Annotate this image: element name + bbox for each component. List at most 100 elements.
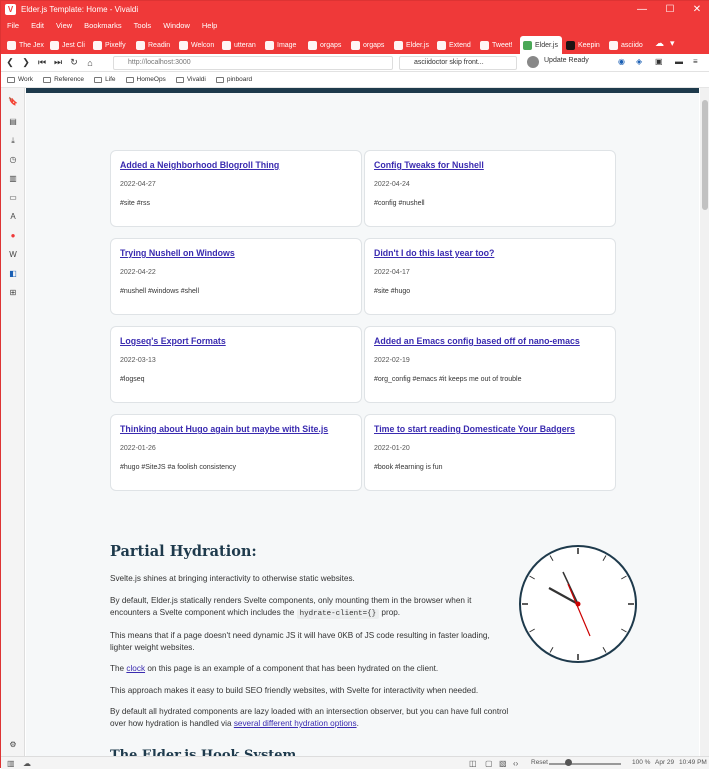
bookmarks-panel-icon[interactable]: 🔖 <box>8 97 18 107</box>
menu-icon[interactable]: ≡ <box>693 57 698 66</box>
forward-icon[interactable]: ❯ <box>19 57 33 68</box>
post-tags[interactable]: #config #nushell <box>374 200 606 207</box>
extension-icon[interactable]: ◈ <box>636 57 642 66</box>
bookmark-folder[interactable]: Reference <box>43 76 84 83</box>
trash-icon[interactable]: ▾ <box>670 38 675 49</box>
avatar[interactable] <box>527 56 539 68</box>
page-content: Added a Neighborhood Blogroll Thing 2022… <box>26 88 699 756</box>
settings-gear-icon[interactable]: ⚙ <box>8 740 18 750</box>
post-title-link[interactable]: Config Tweaks for Nushell <box>374 160 606 170</box>
github-icon <box>308 40 317 50</box>
post-title-link[interactable]: Added an Emacs config based off of nano-… <box>374 336 606 346</box>
back-icon[interactable]: ❮ <box>3 57 17 68</box>
tab[interactable]: orgaps <box>348 36 390 54</box>
post-tags[interactable]: #logseq <box>120 376 352 383</box>
search-field[interactable]: asciidoctor skip front... <box>399 56 517 70</box>
tab[interactable]: asciido <box>606 36 648 54</box>
tab[interactable]: Welcon <box>176 36 218 54</box>
post-tags[interactable]: #book #learning is fun <box>374 464 606 471</box>
clock-link[interactable]: clock <box>126 664 145 673</box>
menu-edit[interactable]: Edit <box>31 21 44 30</box>
tab-label: Keepin <box>578 41 600 49</box>
tab-label: Extend <box>449 41 471 49</box>
menu-window[interactable]: Window <box>163 21 190 30</box>
tab[interactable]: Jest Cli <box>47 36 89 54</box>
cloud-sync-icon[interactable]: ☁ <box>655 38 664 49</box>
folder-icon <box>125 76 134 83</box>
translate-icon[interactable]: A <box>8 212 18 222</box>
tab[interactable]: The Jex <box>4 36 46 54</box>
post-title-link[interactable]: Thinking about Hugo again but maybe with… <box>120 424 352 434</box>
favicon-icon <box>437 40 446 50</box>
tab-label: Jest Cli <box>62 41 85 49</box>
zoom-slider[interactable] <box>549 763 621 765</box>
bookmark-folder[interactable]: Vivaldi <box>175 76 206 83</box>
tile-icon[interactable]: ▢ <box>485 759 493 768</box>
menu-tools[interactable]: Tools <box>134 21 152 30</box>
tab[interactable]: Pixelfy <box>90 36 132 54</box>
zoom-slider-handle[interactable] <box>565 759 572 766</box>
bookmark-folder[interactable]: HomeOps <box>125 76 166 83</box>
close-button[interactable]: ✕ <box>683 1 709 18</box>
menu-bookmarks[interactable]: Bookmarks <box>84 21 122 30</box>
extension-icon[interactable]: ▬ <box>675 57 683 66</box>
post-tags[interactable]: #site #rss <box>120 200 352 207</box>
menu-help[interactable]: Help <box>202 21 217 30</box>
history-icon[interactable]: ◷ <box>8 155 18 165</box>
post-tags[interactable]: #nushell #windows #shell <box>120 288 352 295</box>
vivaldi-icon[interactable]: ● <box>8 231 18 241</box>
menu-file[interactable]: File <box>7 21 19 30</box>
bookmark-folder[interactable]: Life <box>94 76 116 83</box>
zoom-reset-button[interactable]: Reset <box>531 759 548 766</box>
post-title-link[interactable]: Trying Nushell on Windows <box>120 248 352 258</box>
fast-forward-icon[interactable]: ⏭ <box>51 57 65 68</box>
tab[interactable]: Readin <box>133 36 175 54</box>
tab[interactable]: Image <box>262 36 304 54</box>
tab-label: utteran <box>234 41 256 49</box>
tab[interactable]: utteran <box>219 36 261 54</box>
vivaldi-logo-icon[interactable]: V <box>5 4 16 15</box>
maximize-button[interactable]: ☐ <box>656 1 684 18</box>
tab[interactable]: Extend <box>434 36 476 54</box>
url-field[interactable]: http://localhost:3000 <box>113 56 393 70</box>
tab[interactable]: orgaps <box>305 36 347 54</box>
reload-icon[interactable]: ↻ <box>67 57 81 68</box>
tab-active[interactable]: Elder.js <box>520 36 562 54</box>
notes-icon[interactable]: ▥ <box>8 174 18 184</box>
web-panel-icon[interactable]: ◧ <box>8 269 18 279</box>
minimize-button[interactable]: — <box>628 1 656 18</box>
post-tags[interactable]: #site #hugo <box>374 288 606 295</box>
downloads-icon[interactable]: ⤓ <box>8 136 18 146</box>
update-ready-button[interactable]: Update Ready <box>544 57 589 64</box>
window-panel-icon[interactable]: ▭ <box>8 193 18 203</box>
extension-icon[interactable]: ▣ <box>655 57 663 66</box>
post-title-link[interactable]: Logseq's Export Formats <box>120 336 352 346</box>
hydration-options-link[interactable]: several different hydration options <box>234 719 357 728</box>
tab[interactable]: Elder.js <box>391 36 433 54</box>
panel-toggle-icon[interactable]: ▥ <box>7 759 15 768</box>
paragraph: By default, Elder.js statically renders … <box>110 595 510 620</box>
tab[interactable]: Keepin <box>563 36 605 54</box>
vertical-scrollbar[interactable] <box>700 88 709 756</box>
menu-view[interactable]: View <box>56 21 72 30</box>
post-title-link[interactable]: Added a Neighborhood Blogroll Thing <box>120 160 352 170</box>
post-title-link[interactable]: Didn't I do this last year too? <box>374 248 606 258</box>
wikipedia-icon[interactable]: W <box>8 250 18 260</box>
sync-cloud-icon[interactable]: ☁ <box>23 759 31 768</box>
screenshot-icon[interactable]: ◫ <box>469 759 477 768</box>
page-actions-icon[interactable]: ‹› <box>513 759 518 768</box>
bookmark-folder[interactable]: Work <box>7 76 33 83</box>
scrollbar-thumb[interactable] <box>702 100 708 210</box>
bookmark-folder[interactable]: pinboard <box>215 76 252 83</box>
extension-icon[interactable]: ◉ <box>618 57 625 66</box>
add-panel-icon[interactable]: ⊞ <box>8 288 18 298</box>
post-title-link[interactable]: Time to start reading Domesticate Your B… <box>374 424 606 434</box>
rewind-icon[interactable]: ⏮ <box>35 57 49 68</box>
images-icon[interactable]: ▧ <box>499 759 507 768</box>
url-text: http://localhost:3000 <box>128 59 191 66</box>
home-icon[interactable]: ⌂ <box>83 58 97 68</box>
post-tags[interactable]: #hugo #SiteJS #a foolish consistency <box>120 464 352 471</box>
tab[interactable]: Tweet! <box>477 36 519 54</box>
reading-list-icon[interactable]: ▤ <box>8 117 18 127</box>
post-tags[interactable]: #org_config #emacs #it keeps me out of t… <box>374 376 606 383</box>
